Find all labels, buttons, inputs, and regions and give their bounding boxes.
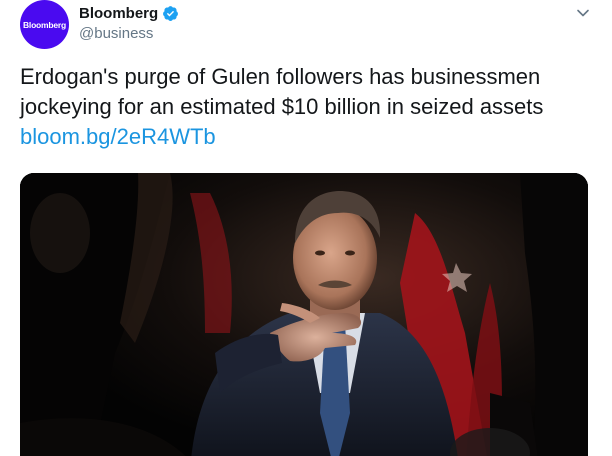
author-name-row: Bloomberg [79,5,179,22]
display-name[interactable]: Bloomberg [79,5,158,22]
photo-image [20,173,588,456]
avatar-logo-text: Bloomberg [22,19,67,30]
tweet-photo[interactable] [20,173,588,456]
avatar[interactable]: Bloomberg [20,0,69,49]
tweet-body: Erdogan's purge of Gulen followers has b… [20,62,600,152]
account-handle[interactable]: @business [79,25,153,42]
tweet-link[interactable]: bloom.bg/2eR4WTb [20,122,600,152]
verified-badge-icon [163,6,179,21]
tweet-card: Bloomberg Bloomberg @business Erdogan's … [0,0,612,456]
tweet-text: Erdogan's purge of Gulen followers has b… [20,64,544,119]
chevron-down-icon[interactable] [576,6,590,20]
